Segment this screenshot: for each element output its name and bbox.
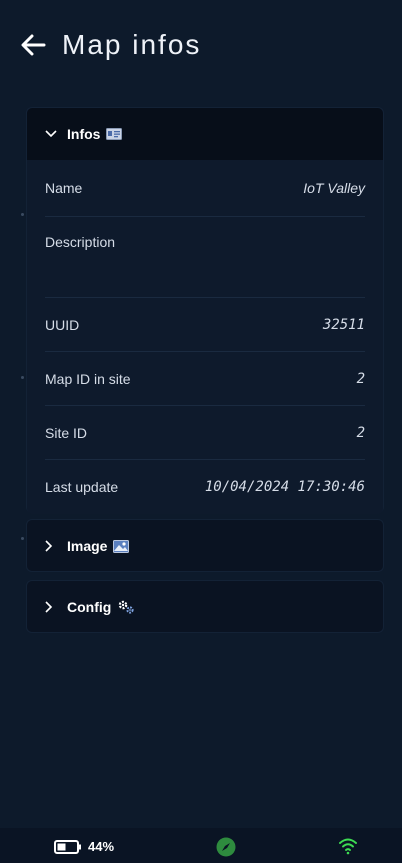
info-value: 2: [356, 424, 365, 441]
info-value: 32511: [322, 316, 365, 333]
infos-panel-body: Name IoT Valley Description UUID 32511 M…: [27, 160, 383, 514]
info-row-site-id: Site ID 2: [45, 406, 365, 460]
info-value: IoT Valley: [303, 180, 365, 196]
image-panel: Image: [26, 519, 384, 572]
config-panel-title: Config: [67, 599, 112, 615]
info-value: 10/04/2024 17:30:46: [204, 479, 365, 495]
chevron-right-icon: [45, 600, 59, 614]
infos-panel-title: Infos: [67, 126, 101, 142]
decor-dot: [21, 376, 24, 379]
id-card-icon: [106, 128, 123, 140]
config-panel: Config: [26, 580, 384, 633]
arrow-left-icon: [21, 34, 46, 56]
decor-dot: [21, 213, 24, 216]
info-row-map-id: Map ID in site 2: [45, 352, 365, 406]
infos-panel: Infos Name IoT Valley Description UUID 3…: [26, 107, 384, 514]
info-value: 2: [356, 370, 365, 387]
info-label: UUID: [45, 316, 80, 333]
battery-percent: 44%: [88, 839, 115, 854]
gears-icon: [117, 600, 135, 614]
image-panel-header[interactable]: Image: [27, 520, 383, 572]
info-row-description: Description: [45, 217, 365, 298]
info-label: Last update: [45, 479, 119, 495]
chevron-down-icon: [45, 127, 59, 141]
decor-dot: [21, 537, 24, 540]
info-label: Site ID: [45, 424, 88, 441]
back-button[interactable]: [18, 30, 48, 60]
image-icon: [113, 539, 130, 553]
battery-icon: [54, 839, 81, 854]
info-row-last-update: Last update 10/04/2024 17:30:46: [45, 460, 365, 514]
info-row-name: Name IoT Valley: [45, 160, 365, 217]
status-bar: 44%: [0, 828, 402, 863]
compass-button[interactable]: [216, 837, 236, 862]
info-row-uuid: UUID 32511: [45, 298, 365, 352]
info-label: Name: [45, 180, 83, 196]
info-label: Map ID in site: [45, 370, 131, 387]
image-panel-title: Image: [67, 538, 108, 554]
header: Map infos: [0, 0, 402, 90]
page-title: Map infos: [62, 29, 202, 60]
battery-indicator: 44%: [54, 839, 114, 854]
config-panel-header[interactable]: Config: [27, 581, 383, 633]
wifi-indicator: [338, 837, 358, 860]
wifi-icon: [339, 838, 357, 855]
infos-panel-header[interactable]: Infos: [27, 108, 383, 160]
chevron-right-icon: [45, 539, 59, 553]
info-label: Description: [45, 234, 116, 250]
compass-icon: [216, 837, 236, 857]
